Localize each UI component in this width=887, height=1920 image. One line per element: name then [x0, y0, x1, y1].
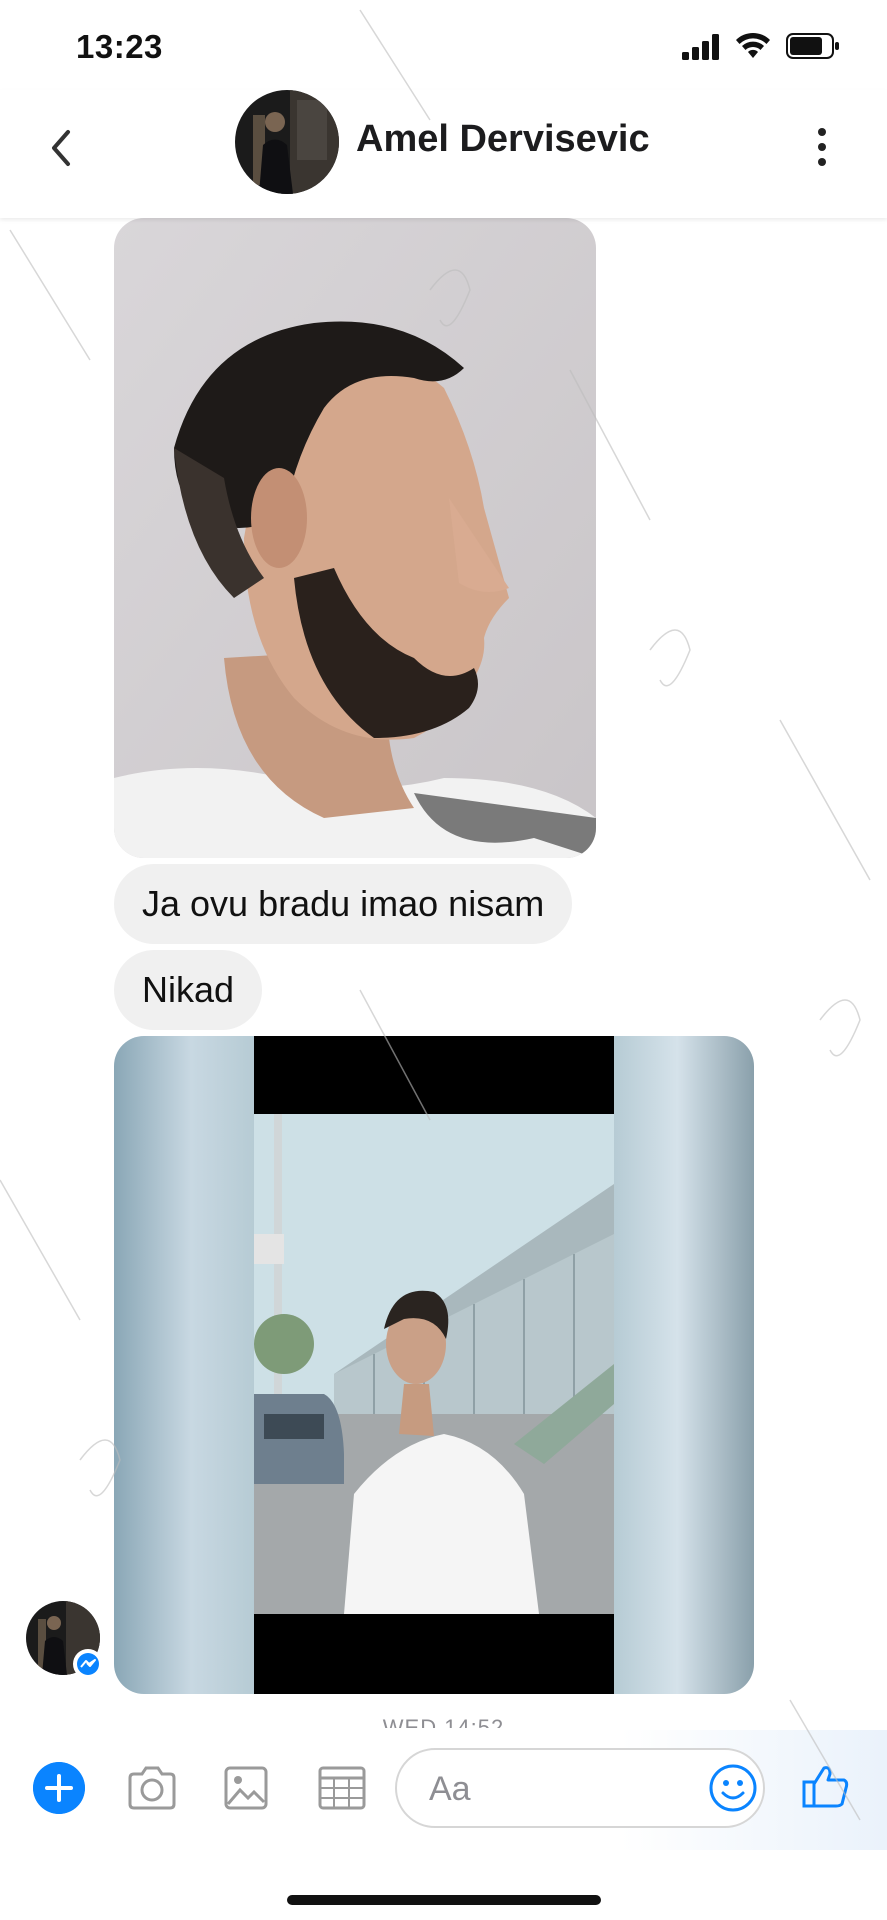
battery-icon [786, 33, 839, 59]
message-timestamp: WED 14:52 [382, 1715, 505, 1728]
composer-bar [0, 1730, 887, 1850]
wifi-icon [736, 32, 770, 58]
conversation-header: Amel Dervisevic [0, 90, 887, 218]
message-bubble[interactable]: Ja ovu bradu imao nisam [114, 864, 573, 944]
plus-icon[interactable] [33, 1762, 85, 1814]
messenger-badge-icon [73, 1649, 103, 1679]
message-input[interactable] [427, 1768, 671, 1810]
home-indicator[interactable] [287, 1895, 601, 1905]
video-frame [254, 1114, 614, 1614]
signal-icon [682, 34, 719, 60]
status-time: 13:23 [76, 28, 163, 65]
message-input-field[interactable] [395, 1748, 765, 1828]
thumbs-up-icon[interactable] [800, 1760, 852, 1812]
gallery-icon[interactable] [218, 1760, 274, 1816]
status-bar: 13:23 [0, 0, 887, 90]
message-list[interactable]: Ja ovu bradu imao nisam Nikad WED 14:52 [0, 218, 887, 1728]
emoji-icon[interactable] [707, 1762, 759, 1814]
more-vertical-icon[interactable] [810, 122, 834, 172]
camera-icon[interactable] [124, 1760, 180, 1816]
video-player[interactable] [254, 1036, 614, 1694]
contact-name[interactable]: Amel Dervisevic [356, 118, 650, 161]
video-message[interactable] [114, 1036, 754, 1694]
grid-icon[interactable] [314, 1760, 370, 1816]
photo-message[interactable] [114, 218, 596, 858]
contact-avatar[interactable] [235, 90, 339, 194]
message-bubble[interactable]: Nikad [114, 950, 263, 1030]
back-chevron-icon[interactable] [42, 118, 82, 178]
